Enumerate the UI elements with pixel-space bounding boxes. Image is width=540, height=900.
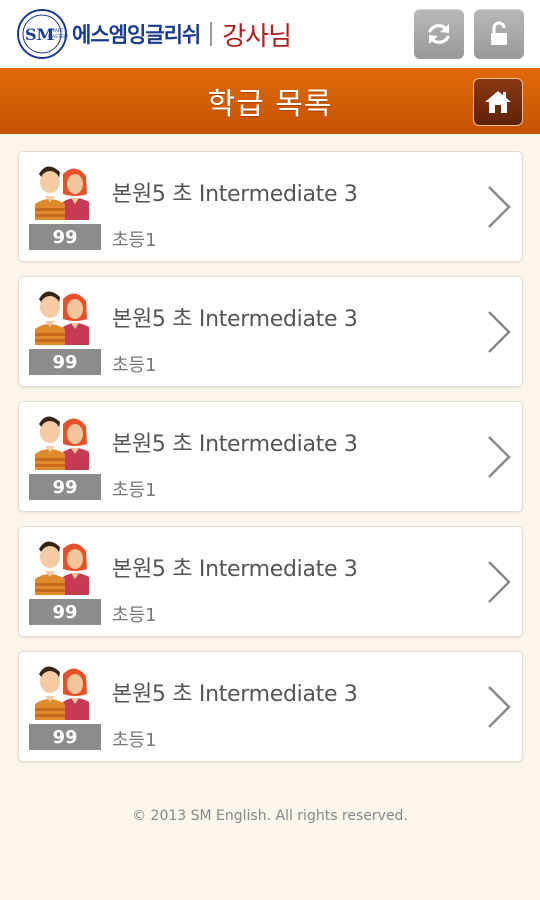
lock-button[interactable] [474,9,524,59]
students-avatar-icon [35,666,89,720]
class-card[interactable]: 99 본원5 초 Intermediate 3 초등1 [18,401,523,512]
class-name: 본원5 초 Intermediate 3 [112,557,358,582]
app-header: SM SMART MASTERS 에스엠잉글리쉬 강사님 [0,0,540,68]
class-list: 99 본원5 초 Intermediate 3 초등1 99 본원5 초 Int… [0,134,540,762]
students-avatar-icon [35,416,89,470]
svg-text:MASTERS: MASTERS [48,34,68,40]
student-count: 99 [52,726,78,748]
class-name: 본원5 초 Intermediate 3 [112,307,358,332]
chevron-right-icon [488,311,511,353]
class-card[interactable]: 99 본원5 초 Intermediate 3 초등1 [18,526,523,637]
home-button[interactable] [473,78,523,126]
home-icon [485,91,511,113]
class-grade: 초등1 [112,730,157,751]
class-card[interactable]: 99 본원5 초 Intermediate 3 초등1 [18,276,523,387]
brand-name: 에스엠잉글리쉬 [72,23,201,47]
class-grade: 초등1 [112,480,157,501]
svg-text:SMART: SMART [48,28,64,34]
chevron-right-icon [488,686,511,728]
copyright-footer: © 2013 SM English. All rights reserved. [132,808,408,824]
student-count: 99 [52,476,78,498]
logo-seal-icon: SM SMART MASTERS [17,9,68,59]
class-name: 본원5 초 Intermediate 3 [112,182,358,207]
title-bar: 학급 목록 [0,68,540,134]
header-divider [210,22,213,46]
student-count-badge: 99 [29,599,101,625]
logo: SM SMART MASTERS 에스엠잉글리쉬 강사님 [16,8,292,60]
class-card[interactable]: 99 본원5 초 Intermediate 3 초등1 [18,151,523,262]
student-count-badge: 99 [29,474,101,500]
students-avatar-icon [35,166,89,220]
chevron-right-icon [488,186,511,228]
refresh-button[interactable] [414,9,464,59]
refresh-icon [428,24,450,44]
lock-icon [491,21,507,45]
class-card[interactable]: 99 본원5 초 Intermediate 3 초등1 [18,651,523,762]
class-name: 본원5 초 Intermediate 3 [112,682,358,707]
class-grade: 초등1 [112,230,157,251]
student-count: 99 [52,226,78,248]
class-grade: 초등1 [112,355,157,376]
student-count-badge: 99 [29,349,101,375]
chevron-right-icon [488,561,511,603]
student-count: 99 [52,351,78,373]
class-name: 본원5 초 Intermediate 3 [112,432,358,457]
student-count-badge: 99 [29,224,101,250]
student-count: 99 [52,601,78,623]
chevron-right-icon [488,436,511,478]
role-label: 강사님 [222,21,292,52]
class-grade: 초등1 [112,605,157,626]
student-count-badge: 99 [29,724,101,750]
students-avatar-icon [35,541,89,595]
students-avatar-icon [35,291,89,345]
page-title: 학급 목록 [207,87,333,122]
